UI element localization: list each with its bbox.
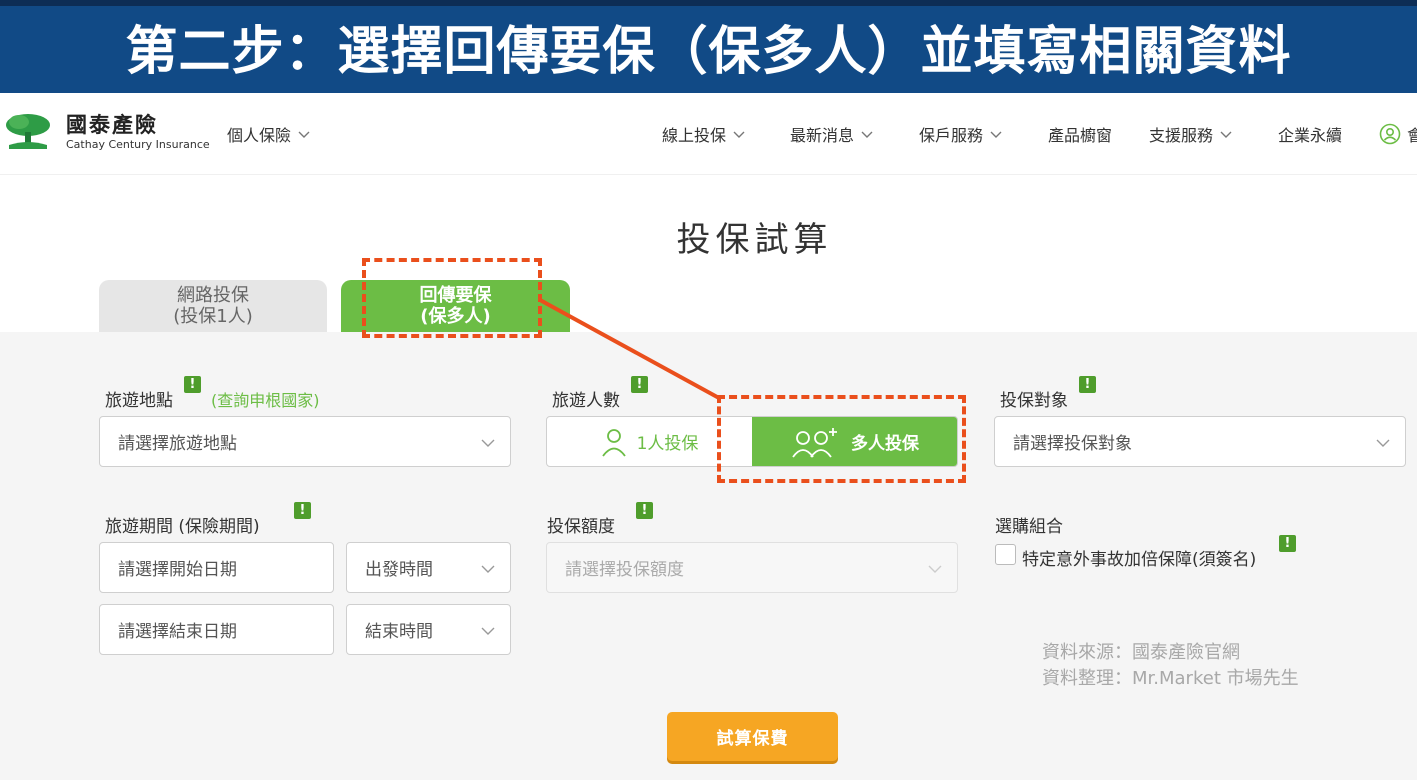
chevron-down-icon <box>481 565 495 573</box>
nav-personal-insurance[interactable]: 個人保險 <box>227 122 311 146</box>
nav-label: 保戶服務 <box>919 126 984 145</box>
nav-support[interactable]: 支援服務 <box>1149 122 1233 146</box>
double-protection-checkbox[interactable] <box>995 544 1016 565</box>
amount-select[interactable]: 請選擇投保額度 <box>546 542 958 593</box>
nav-sustainability[interactable]: 企業永續 <box>1278 122 1342 146</box>
input-placeholder: 請選擇開始日期 <box>118 560 237 580</box>
nav-products[interactable]: 產品櫥窗 <box>1048 122 1112 146</box>
tab-label: 網路投保 <box>177 285 249 306</box>
nav-label: 個人保險 <box>227 126 292 145</box>
chevron-down-icon <box>481 439 495 447</box>
source-note: 資料來源：國泰產險官網 資料整理：Mr.Market 市場先生 <box>1042 640 1299 692</box>
start-date-input[interactable]: 請選擇開始日期 <box>99 542 334 593</box>
highlight-box-tab <box>362 258 542 338</box>
chevron-down-icon <box>861 131 873 138</box>
chevron-down-icon <box>990 131 1002 138</box>
schengen-link[interactable]: (查詢申根國家) <box>211 387 320 411</box>
user-icon <box>1379 123 1401 145</box>
nav-label: 支援服務 <box>1149 126 1214 145</box>
insured-label: 投保對象 <box>1000 391 1068 411</box>
info-icon[interactable]: ! <box>1079 376 1096 393</box>
nav-label: 最新消息 <box>790 126 855 145</box>
select-placeholder: 請選擇旅遊地點 <box>118 434 237 454</box>
chevron-down-icon <box>928 565 942 573</box>
info-icon[interactable]: ! <box>1279 535 1296 552</box>
checkbox-label: 特定意外事故加倍保障(須簽名) <box>1022 550 1257 570</box>
nav-latest-news[interactable]: 最新消息 <box>790 122 874 146</box>
travelers-label: 旅遊人數 <box>552 391 620 411</box>
nav-policy-service[interactable]: 保戶服務 <box>919 122 1003 146</box>
nav-label: 會 <box>1407 126 1417 145</box>
chevron-down-icon <box>1220 131 1232 138</box>
person-icon <box>601 428 626 457</box>
tab-online-insure[interactable]: 網路投保 (投保1人) <box>99 280 327 332</box>
nav-label: 產品櫥窗 <box>1048 126 1113 145</box>
page-title: 投保試算 <box>676 220 833 260</box>
end-time-select[interactable]: 結束時間 <box>346 604 511 655</box>
input-placeholder: 請選擇結束日期 <box>118 622 237 642</box>
depart-time-select[interactable]: 出發時間 <box>346 542 511 593</box>
end-date-input[interactable]: 請選擇結束日期 <box>99 604 334 655</box>
logo-subtext[interactable]: Cathay Century Insurance <box>66 138 210 151</box>
nav-member[interactable]: 會 <box>1379 122 1417 146</box>
chevron-down-icon <box>733 131 745 138</box>
banner-title: 第二步：選擇回傳要保（保多人）並填寫相關資料 <box>125 22 1292 82</box>
calculate-premium-button[interactable]: 試算保費 <box>667 712 838 761</box>
nav-label: 線上投保 <box>662 126 727 145</box>
info-icon[interactable]: ! <box>294 502 311 519</box>
select-placeholder: 結束時間 <box>365 622 433 642</box>
highlight-box-multi <box>717 395 966 483</box>
nav-online-insure[interactable]: 線上投保 <box>662 122 746 146</box>
info-icon[interactable]: ! <box>631 376 648 393</box>
chevron-down-icon <box>298 131 310 138</box>
tab-sublabel: (投保1人) <box>173 306 253 327</box>
destination-select[interactable]: 請選擇旅遊地點 <box>99 416 511 467</box>
destination-label: 旅遊地點 <box>105 391 173 411</box>
logo-text[interactable]: 國泰產險 <box>66 109 158 139</box>
amount-label: 投保額度 <box>547 517 615 537</box>
option-label: 1人投保 <box>636 434 699 454</box>
nav-label: 企業永續 <box>1278 126 1343 145</box>
source-line: 資料來源：國泰產險官網 <box>1042 642 1240 663</box>
select-placeholder: 請選擇投保對象 <box>1013 434 1132 454</box>
chevron-down-icon <box>481 627 495 635</box>
source-line: 資料整理：Mr.Market 市場先生 <box>1042 668 1299 689</box>
select-placeholder: 請選擇投保額度 <box>565 560 684 580</box>
chevron-down-icon <box>1376 439 1390 447</box>
info-icon[interactable]: ! <box>636 502 653 519</box>
combo-label: 選購組合 <box>995 517 1063 537</box>
insured-select[interactable]: 請選擇投保對象 <box>994 416 1406 467</box>
select-placeholder: 出發時間 <box>365 560 433 580</box>
tree-logo-icon[interactable] <box>3 112 53 152</box>
period-label: 旅遊期間 (保險期間) <box>105 517 260 537</box>
info-icon[interactable]: ! <box>184 376 201 393</box>
